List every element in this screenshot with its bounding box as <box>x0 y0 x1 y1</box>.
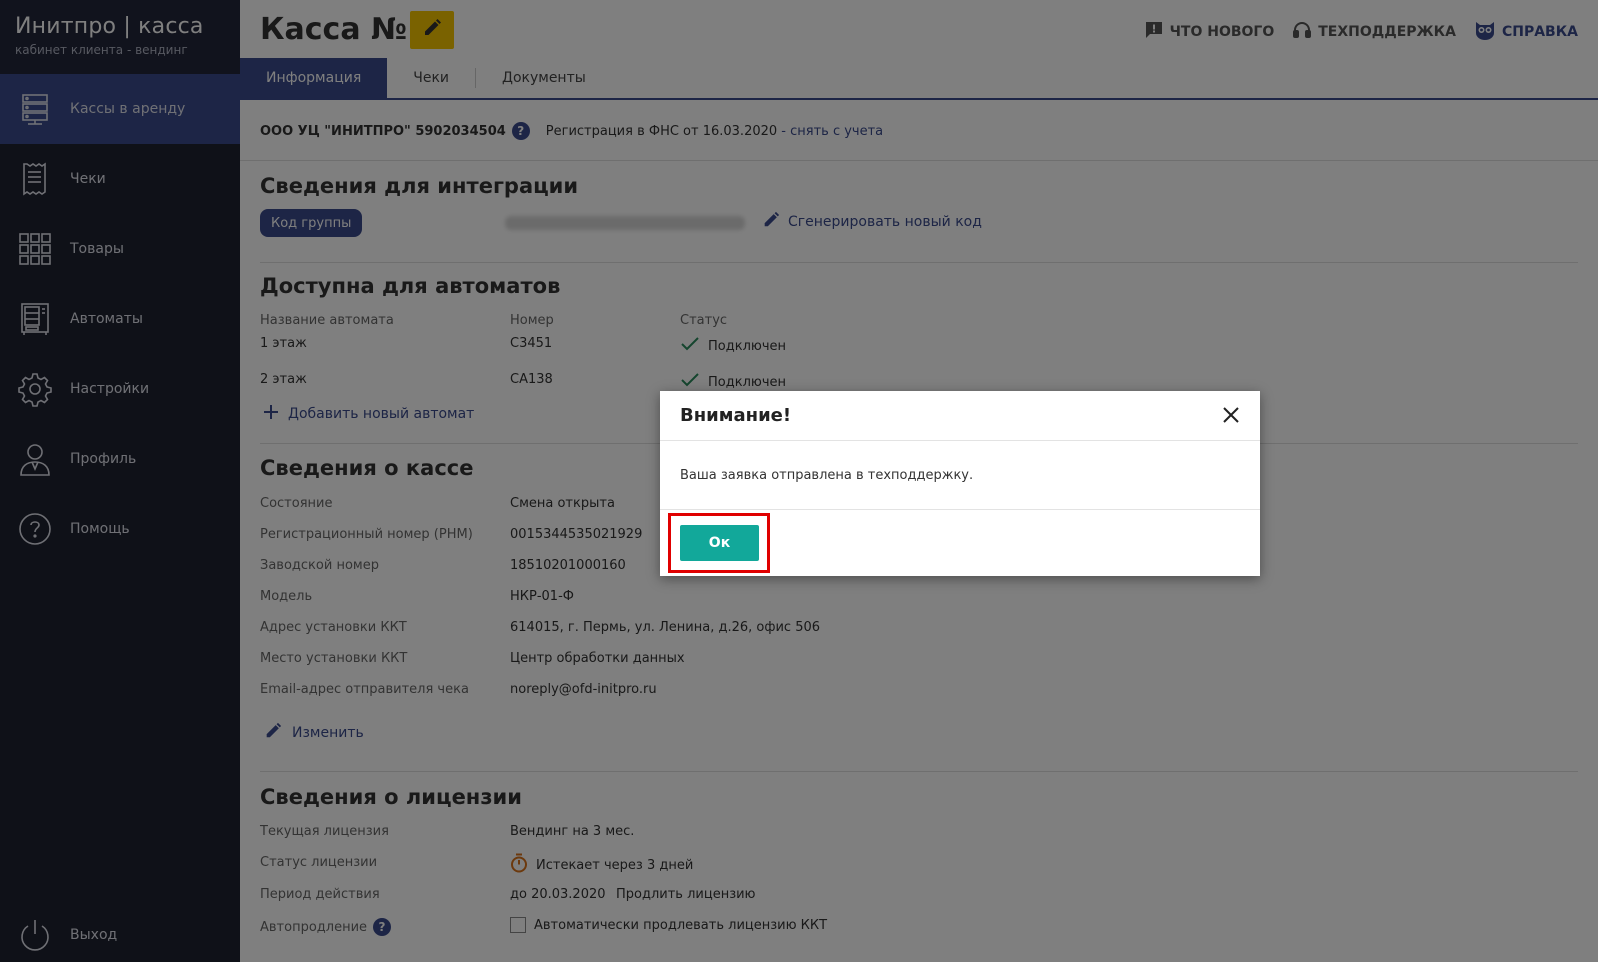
dialog-title: Внимание! <box>680 405 792 426</box>
dialog-header: Внимание! <box>660 391 1260 441</box>
close-icon[interactable] <box>1222 403 1240 429</box>
dialog-footer: Ок <box>660 510 1260 576</box>
dialog-message: Ваша заявка отправлена в техподдержку. <box>680 467 974 483</box>
dialog-body: Ваша заявка отправлена в техподдержку. <box>660 441 1260 510</box>
ok-button[interactable]: Ок <box>680 525 759 561</box>
alert-dialog: Внимание! Ваша заявка отправлена в техпо… <box>660 391 1260 576</box>
